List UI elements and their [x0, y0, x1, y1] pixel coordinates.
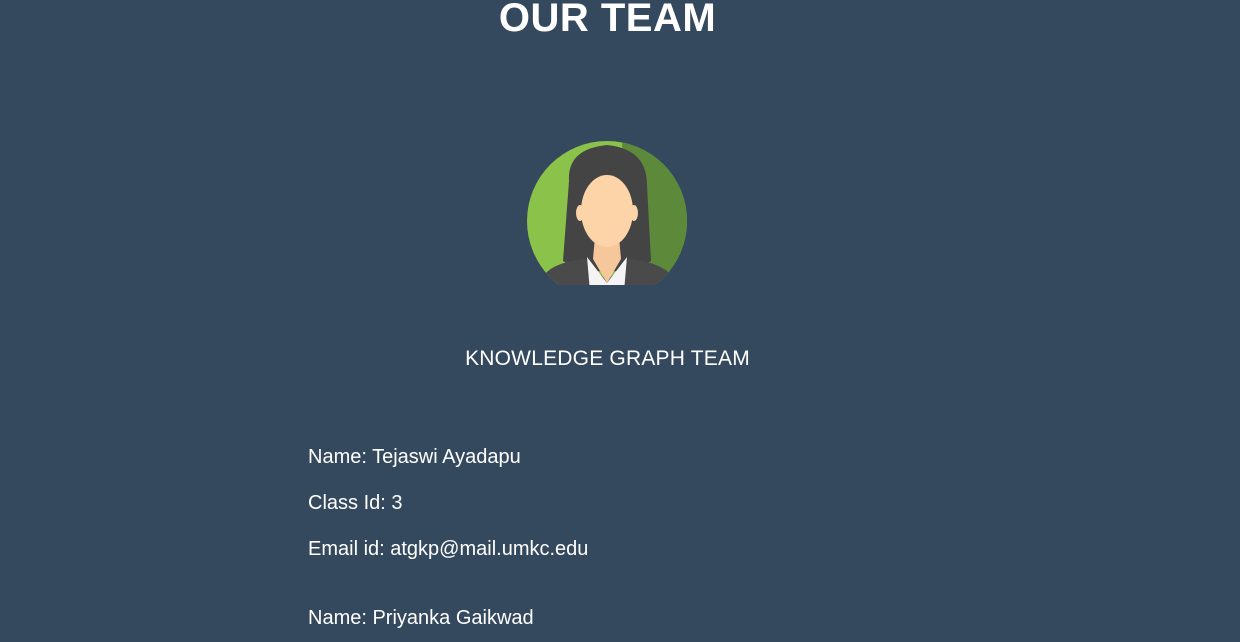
member-name: Name: Priyanka Gaikwad: [308, 607, 534, 629]
member-class-id: Class Id: 3: [308, 492, 403, 514]
member-email: Email id: atgkp@mail.umkc.edu: [308, 538, 589, 560]
team-page: OUR TEAM KNOWLEDGE GRAPH TEAM Name: Teja…: [0, 0, 1240, 642]
team-name: KNOWLEDGE GRAPH TEAM: [465, 347, 750, 370]
female-avatar-icon: [527, 141, 689, 287]
member-name: Name: Tejaswi Ayadapu: [308, 446, 521, 468]
page-title: OUR TEAM: [498, 0, 717, 40]
